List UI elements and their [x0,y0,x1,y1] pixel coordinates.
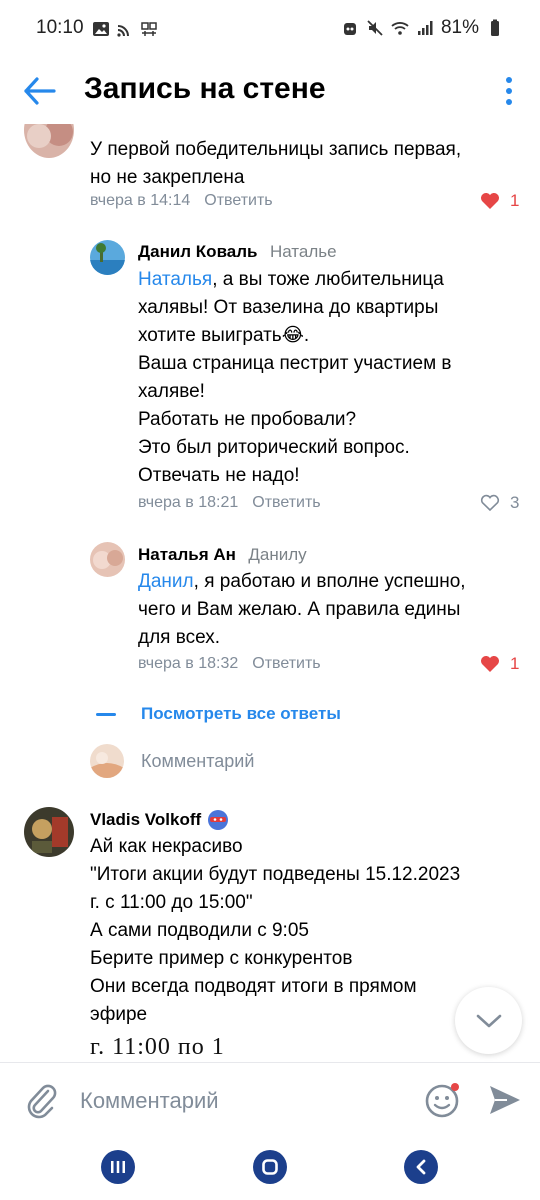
heart-filled-icon [481,193,499,209]
battery-percent: 81% [440,17,479,38]
like-count: 3 [510,493,520,512]
show-all-replies-label: Посмотреть все ответы [141,704,341,723]
superhero-emoji-icon [208,810,229,830]
comment-input-bar [0,1062,540,1138]
wifi-icon [391,22,409,35]
comments-feed[interactable]: У первой победительницы запись первая, н… [0,124,540,1062]
comment-time: вчера в 18:32 [138,655,239,672]
comment-meta: вчера в 18:32 Ответить [138,655,321,673]
gallery-icon [93,22,109,36]
chevron-down-icon [476,1014,501,1027]
author-name[interactable]: Vladis Volkoff [90,810,201,830]
reply-comment-prompt[interactable]: Комментарий [90,744,254,778]
user-avatar [90,744,124,778]
home-icon [262,1159,278,1175]
comment-meta: вчера в 18:21 Ответить [138,494,321,512]
attached-image[interactable]: г. 11:00 по 1 [90,1034,450,1062]
avatar[interactable] [90,240,125,275]
reply-to[interactable]: Наталье [270,242,337,261]
avatar[interactable] [90,542,125,577]
recent-apps-icon [111,1161,125,1173]
more-options-icon[interactable] [502,74,516,108]
alarm-icon [343,23,356,35]
show-all-replies-button[interactable]: Посмотреть все ответы [96,704,341,724]
like-count: 1 [510,191,520,210]
status-notification-icons [92,20,158,38]
status-bar: 10:10 81% [0,0,540,58]
comment-time: вчера в 14:14 [90,192,191,209]
like-button[interactable]: 1 [480,654,519,674]
comment-time: вчера в 18:21 [138,494,239,511]
attach-icon[interactable] [24,1081,58,1121]
back-arrow-icon[interactable] [22,74,58,108]
home-button[interactable] [253,1150,287,1184]
avatar[interactable] [24,124,74,158]
back-button[interactable] [404,1150,438,1184]
battery-icon [491,19,499,36]
comment-input[interactable] [80,1085,400,1117]
mute-icon [367,20,383,36]
signal-icon [417,21,433,35]
comment-text: Наталья, а вы тоже любительница халявы! … [138,269,452,486]
system-nav-bar [0,1138,540,1200]
page-title: Запись на стене [84,72,326,105]
reply-button[interactable]: Ответить [252,494,320,511]
author-name[interactable]: Данил Коваль [138,242,258,261]
mention-link[interactable]: Данил [138,571,194,592]
send-icon[interactable] [487,1083,523,1117]
cast-icon [117,25,129,37]
scroll-down-button[interactable] [455,987,522,1054]
like-button[interactable]: 3 [480,493,519,513]
status-system-icons: 81% [341,17,504,39]
comment-header: Данил Коваль Наталье [138,242,337,262]
like-button[interactable]: 1 [480,191,519,211]
mention-link[interactable]: Наталья [138,269,212,290]
recent-apps-button[interactable] [101,1150,135,1184]
reply-to[interactable]: Данилу [248,545,306,564]
reply-button[interactable]: Ответить [252,655,320,672]
comment-header: Наталья Ан Данилу [138,545,307,565]
heart-filled-icon [481,656,499,672]
comment-text: Данил, я работаю и вполне успешно, чего … [138,571,466,648]
app-header: Запись на стене [0,58,540,124]
comment-meta: вчера в 14:14 Ответить [90,192,273,210]
comment-header: Vladis Volkoff [90,809,229,831]
back-chevron-icon [416,1159,426,1175]
author-name[interactable]: Наталья Ан [138,545,236,564]
attached-image-text: г. 11:00 по 1 [90,1034,225,1060]
emoji-icon[interactable] [424,1081,462,1119]
avatar[interactable] [24,807,74,857]
comment-text: У первой победительницы запись первая, н… [90,139,462,188]
comment-prompt-label: Комментарий [141,750,255,771]
status-time: 10:10 [36,17,84,38]
like-count: 1 [510,654,520,673]
app-notification-icon [141,22,157,36]
dash-icon [96,712,116,716]
heart-outline-icon [480,494,500,512]
reply-button[interactable]: Ответить [204,192,272,209]
